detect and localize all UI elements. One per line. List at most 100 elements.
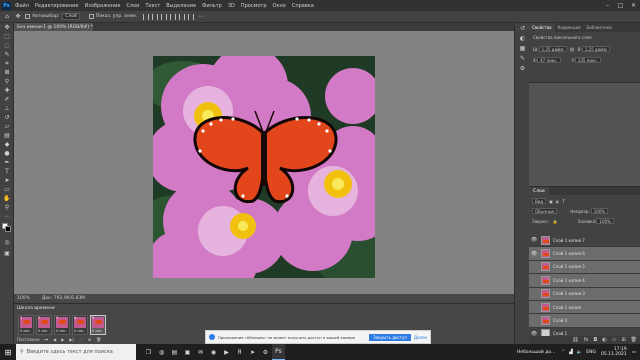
timeline-frame-active[interactable]: 5 0 сек.: [90, 315, 106, 335]
tab-layers[interactable]: Слои: [529, 187, 549, 195]
brush-icon[interactable]: ✐: [0, 95, 14, 104]
align-bottom-icon[interactable]: [188, 13, 195, 20]
frame-delay[interactable]: 0 сек.: [20, 329, 31, 333]
lasso-icon[interactable]: ◌: [0, 41, 14, 50]
marquee-icon[interactable]: ⬚: [0, 32, 14, 41]
hand-icon[interactable]: ✋: [0, 194, 14, 203]
menu-view[interactable]: Просмотр: [241, 3, 267, 9]
menu-layers[interactable]: Слои: [126, 3, 139, 9]
filter-type-icon[interactable]: T: [562, 199, 564, 204]
layer-row[interactable]: 👁 Слой 1 копия 7: [529, 234, 640, 248]
y-field[interactable]: 235 пикс.: [574, 57, 601, 63]
canvas-area[interactable]: [14, 31, 514, 294]
rectangle-icon[interactable]: ▭: [0, 185, 14, 194]
minimize-button[interactable]: –: [601, 0, 614, 11]
type-icon[interactable]: T: [0, 167, 14, 176]
tab-adjustments[interactable]: Коррекция: [555, 23, 584, 32]
tab-libraries[interactable]: Библиотеки: [584, 23, 615, 32]
tray-up-icon[interactable]: ⌃: [561, 350, 565, 355]
weather-widget[interactable]: Небольшой до...: [517, 350, 556, 355]
store-icon[interactable]: ▣: [181, 344, 194, 360]
menu-edit[interactable]: Редактирование: [35, 3, 79, 9]
document-tab[interactable]: Без имени-1 @ 100% (RGB/8#) *: [14, 23, 94, 31]
language-indicator[interactable]: ENG: [586, 350, 596, 355]
color-icon[interactable]: ◐: [515, 33, 530, 43]
layer-row[interactable]: Слой 1 копия 4: [529, 274, 640, 288]
layer-name[interactable]: Слой 1 копия: [553, 305, 581, 310]
transform-controls-checkbox[interactable]: [88, 14, 94, 19]
chrome-icon[interactable]: ◉: [207, 344, 220, 360]
fill-field[interactable]: 100%: [596, 218, 614, 224]
align-center-icon[interactable]: [152, 13, 159, 20]
menu-type[interactable]: Текст: [145, 3, 160, 9]
zoom-icon[interactable]: ⚲: [0, 203, 14, 212]
eyedropper-icon[interactable]: ⚲: [0, 77, 14, 86]
adjustment-layer-icon[interactable]: ◐: [602, 337, 606, 343]
delete-layer-icon[interactable]: 🗑: [631, 337, 637, 343]
network-icon[interactable]: ▟: [569, 350, 572, 355]
background-color-swatch[interactable]: [5, 226, 11, 232]
zoom-level[interactable]: 100%: [17, 296, 30, 301]
align-right-icon[interactable]: [161, 13, 168, 20]
filter-adjust-icon[interactable]: ◐: [556, 199, 560, 204]
taskbar-search-input[interactable]: ⚲ Введите здесь текст для поиска: [16, 344, 136, 360]
layer-row[interactable]: Слой 1 копия: [529, 300, 640, 315]
next-frame-icon[interactable]: ▶|: [69, 337, 73, 342]
pen-icon[interactable]: ✒: [0, 158, 14, 167]
frame-delay[interactable]: 0 сек.: [56, 329, 67, 333]
adjust-icon[interactable]: ⚙: [515, 63, 530, 73]
move-tool-icon[interactable]: ✥: [14, 13, 22, 21]
opacity-field[interactable]: 100%: [590, 208, 609, 214]
mail-icon[interactable]: ✉: [194, 344, 207, 360]
menu-image[interactable]: Изображение: [84, 3, 120, 9]
delete-frame-icon[interactable]: 🗑: [96, 337, 101, 342]
timeline-frame[interactable]: 2 0 сек.: [36, 315, 52, 335]
timeline-frame[interactable]: 1 0 сек.: [18, 315, 34, 335]
frame-icon[interactable]: ⊠: [0, 68, 14, 77]
brush-settings-icon[interactable]: ✎: [515, 53, 530, 63]
menu-file[interactable]: Файл: [15, 3, 29, 9]
prev-frame-icon[interactable]: ◀: [53, 337, 56, 342]
lock-icon[interactable]: 🔒: [553, 219, 558, 224]
group-icon[interactable]: ▭: [612, 337, 617, 343]
tab-properties[interactable]: Свойства: [529, 23, 555, 32]
filter-pixel-icon[interactable]: ▣: [549, 199, 553, 204]
tween-icon[interactable]: ⋰: [79, 337, 83, 342]
menu-help[interactable]: Справка: [292, 3, 314, 9]
layer-name[interactable]: Слой 0: [553, 318, 567, 323]
layer-name[interactable]: Слой 1 копия 3: [553, 291, 585, 296]
first-frame-icon[interactable]: ⏮: [45, 337, 49, 342]
layer-name[interactable]: Слой 1 копия 4: [553, 278, 585, 283]
layer-row[interactable]: Слой 0: [529, 314, 640, 328]
layer-row[interactable]: 👁 Слой 1 копия 6: [529, 247, 640, 261]
notifications-icon[interactable]: ▭: [632, 350, 636, 355]
layer-row[interactable]: Слой 1 копия 5: [529, 260, 640, 275]
align-middle-icon[interactable]: [179, 13, 186, 20]
crop-icon[interactable]: ⌗: [0, 59, 14, 68]
home-icon[interactable]: ⌂: [3, 13, 11, 21]
link-icon[interactable]: ⛓: [570, 47, 575, 52]
telegram-icon[interactable]: ➤: [246, 344, 259, 360]
quick-mask-icon[interactable]: ◎: [0, 238, 14, 247]
fx-icon[interactable]: fx: [584, 337, 589, 343]
path-select-icon[interactable]: ➤: [0, 176, 14, 185]
align-left-icon[interactable]: [143, 13, 150, 20]
menu-3d[interactable]: 3D: [228, 3, 235, 9]
timeline-frame[interactable]: 3 0 сек.: [54, 315, 70, 335]
maximize-button[interactable]: □: [614, 0, 627, 11]
layer-row[interactable]: Слой 1 копия 3: [529, 287, 640, 301]
menu-select[interactable]: Выделение: [166, 3, 196, 9]
close-button[interactable]: ✕: [627, 0, 640, 11]
width-field[interactable]: 1,25 дюйм: [538, 46, 567, 52]
align-top-icon[interactable]: [170, 13, 177, 20]
move-icon[interactable]: ✥: [0, 23, 14, 32]
photoshop-taskbar-icon[interactable]: Ps: [272, 344, 285, 360]
play-icon[interactable]: ▶: [61, 337, 64, 342]
quick-select-icon[interactable]: ✎: [0, 50, 14, 59]
task-view-icon[interactable]: ❐: [142, 344, 155, 360]
blur-icon[interactable]: ◆: [0, 140, 14, 149]
visibility-eye-icon[interactable]: 👁: [529, 251, 539, 257]
yandex-icon[interactable]: Я: [233, 344, 246, 360]
layer-name[interactable]: Слой 1 копия 6: [553, 251, 585, 256]
more-options-icon[interactable]: ⋯: [197, 13, 205, 21]
